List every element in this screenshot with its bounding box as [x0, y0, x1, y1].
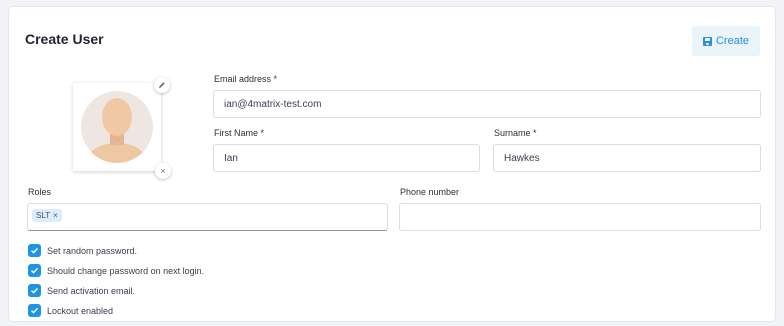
remove-avatar-button[interactable]: ×	[155, 163, 171, 179]
activation-email-checkbox[interactable]	[28, 284, 41, 297]
remove-role-icon[interactable]: ×	[53, 211, 58, 220]
create-button[interactable]: Create	[692, 26, 760, 56]
email-value: ian@4matrix-test.com	[224, 98, 322, 110]
option-lockout: Lockout enabled	[28, 304, 113, 317]
phone-field[interactable]	[399, 203, 761, 231]
checkmark-icon	[31, 267, 39, 274]
create-user-card: Create User Create × Email address * ian…	[8, 6, 776, 322]
option-random-password: Set random password.	[28, 244, 137, 257]
option-label: Set random password.	[47, 245, 138, 256]
roles-select[interactable]: SLT ×	[27, 203, 388, 231]
option-activation-email: Send activation email.	[28, 284, 135, 297]
option-label: Send activation email.	[47, 285, 136, 296]
save-icon	[702, 36, 712, 46]
create-button-label: Create	[715, 35, 750, 47]
surname-label: Surname *	[494, 128, 537, 138]
first-name-field[interactable]: Ian	[213, 144, 480, 172]
roles-label: Roles	[28, 187, 52, 197]
surname-value: Hawkes	[504, 152, 540, 164]
avatar[interactable]: ×	[73, 77, 171, 179]
checkmark-icon	[31, 307, 39, 314]
option-label: Should change password on next login.	[47, 265, 205, 276]
avatar-placeholder-image	[81, 91, 153, 163]
surname-field[interactable]: Hawkes	[493, 144, 761, 172]
phone-label: Phone number	[400, 187, 460, 197]
checkmark-icon	[31, 247, 39, 254]
option-change-password: Should change password on next login.	[28, 264, 204, 277]
first-name-value: Ian	[224, 152, 238, 164]
lockout-checkbox[interactable]	[28, 304, 41, 317]
random-password-checkbox[interactable]	[28, 244, 41, 257]
email-field[interactable]: ian@4matrix-test.com	[213, 90, 761, 118]
email-label: Email address *	[214, 74, 278, 84]
checkmark-icon	[31, 287, 39, 294]
edit-avatar-button[interactable]	[154, 77, 170, 93]
role-chip: SLT ×	[32, 209, 62, 222]
pencil-icon	[159, 82, 165, 88]
page-title: Create User	[25, 31, 104, 47]
option-label: Lockout enabled	[47, 305, 114, 316]
close-icon: ×	[160, 166, 166, 176]
change-password-checkbox[interactable]	[28, 264, 41, 277]
first-name-label: First Name *	[214, 128, 265, 138]
role-chip-label: SLT	[36, 211, 51, 220]
